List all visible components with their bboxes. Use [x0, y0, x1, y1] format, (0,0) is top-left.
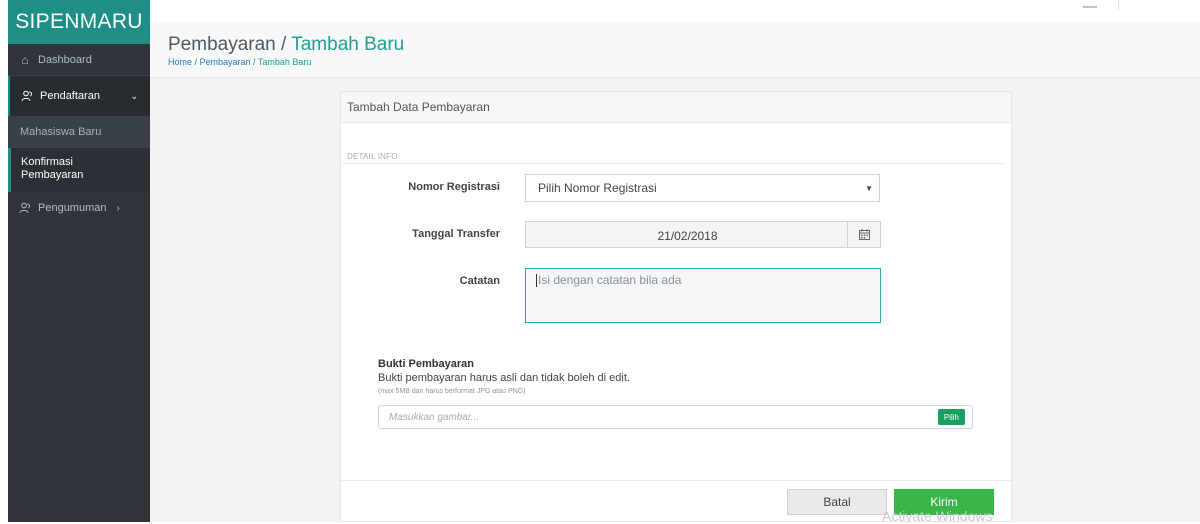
brand-logo[interactable]: SIPENMARU — [8, 0, 150, 44]
sidebar-subitem-label: Mahasiswa Baru — [20, 126, 102, 138]
bukti-pembayaran-title: Bukti Pembayaran — [378, 358, 474, 370]
bukti-file-input[interactable]: Masukkan gambar... Pilih — [378, 405, 973, 429]
panel-footer-divider — [341, 480, 1011, 481]
bukti-pembayaran-desc: Bukti pembayaran harus asli dan tidak bo… — [378, 372, 630, 384]
breadcrumb-current: Tambah Baru — [257, 57, 312, 67]
sidebar-item-pengumuman[interactable]: Pengumuman › — [8, 192, 150, 224]
pilih-button[interactable]: Pilih — [937, 409, 965, 425]
nomor-registrasi-label: Nomor Registrasi — [408, 181, 500, 193]
bukti-pembayaran-hint: (max 5MB dan harus berformat JPG atau PN… — [378, 388, 526, 395]
home-icon: ⌂ — [21, 52, 29, 67]
catatan-textarea[interactable]: Isi dengan catatan bila ada — [525, 268, 881, 323]
select-value: Pilih Nomor Registrasi — [538, 181, 657, 195]
sidebar-subitem-konfirmasi-pembayaran[interactable]: Konfirmasi Pembayaran — [8, 148, 150, 192]
calendar-icon[interactable] — [847, 222, 880, 247]
sidebar-subitem-label: Konfirmasi Pembayaran — [21, 156, 84, 181]
top-navbar — [150, 0, 1200, 23]
left-edge — [0, 0, 8, 522]
nomor-registrasi-select[interactable]: Pilih Nomor Registrasi ▼ — [525, 174, 880, 202]
sidebar-item-dashboard[interactable]: ⌂ Dashboard — [8, 44, 150, 76]
breadcrumb: Home / Pembayaran / Tambah Baru — [168, 57, 311, 67]
sidebar-item-pendaftaran[interactable]: Pendaftaran ⌄ — [8, 76, 150, 116]
panel-title: Tambah Data Pembayaran — [341, 92, 1011, 123]
users-icon — [18, 202, 32, 214]
page-header: Pembayaran / Tambah Baru Home / Pembayar… — [150, 22, 1200, 78]
navbar-divider — [1118, 0, 1119, 10]
section-label: DETAIL INFO — [347, 152, 398, 161]
tanggal-transfer-field[interactable]: 21/02/2018 — [525, 221, 881, 248]
file-input-placeholder: Masukkan gambar... — [389, 412, 480, 423]
sidebar-item-label: Dashboard — [38, 53, 92, 66]
breadcrumb-links[interactable]: Home / Pembayaran / — [168, 57, 258, 67]
section-divider — [343, 163, 1003, 164]
sidebar-item-label: Pendaftaran — [40, 90, 100, 102]
sidebar: SIPENMARU ⌂ Dashboard Pendaftaran ⌄ Maha… — [8, 0, 150, 522]
date-value: 21/02/2018 — [657, 229, 718, 243]
payment-form-panel: Tambah Data Pembayaran DETAIL INFO Nomor… — [340, 91, 1012, 522]
batal-button[interactable]: Batal — [787, 489, 887, 515]
caret-down-icon: ▼ — [865, 184, 873, 193]
sidebar-subitem-mahasiswa-baru[interactable]: Mahasiswa Baru — [8, 116, 150, 148]
catatan-label: Catatan — [459, 275, 500, 287]
tanggal-transfer-label: Tanggal Transfer — [412, 228, 500, 240]
chevron-right-icon: › — [116, 202, 120, 214]
sidebar-item-label: Pengumuman — [38, 202, 107, 214]
users-icon — [20, 90, 34, 102]
page-title-accent: Tambah Baru — [291, 34, 405, 55]
user-menu-icon[interactable] — [1083, 6, 1097, 8]
text-cursor — [536, 274, 537, 288]
chevron-down-icon: ⌄ — [130, 90, 138, 101]
page-title-main: Pembayaran / — [168, 34, 292, 55]
textarea-placeholder: Isi dengan catatan bila ada — [538, 273, 682, 287]
page-title: Pembayaran / Tambah Baru — [168, 34, 404, 56]
